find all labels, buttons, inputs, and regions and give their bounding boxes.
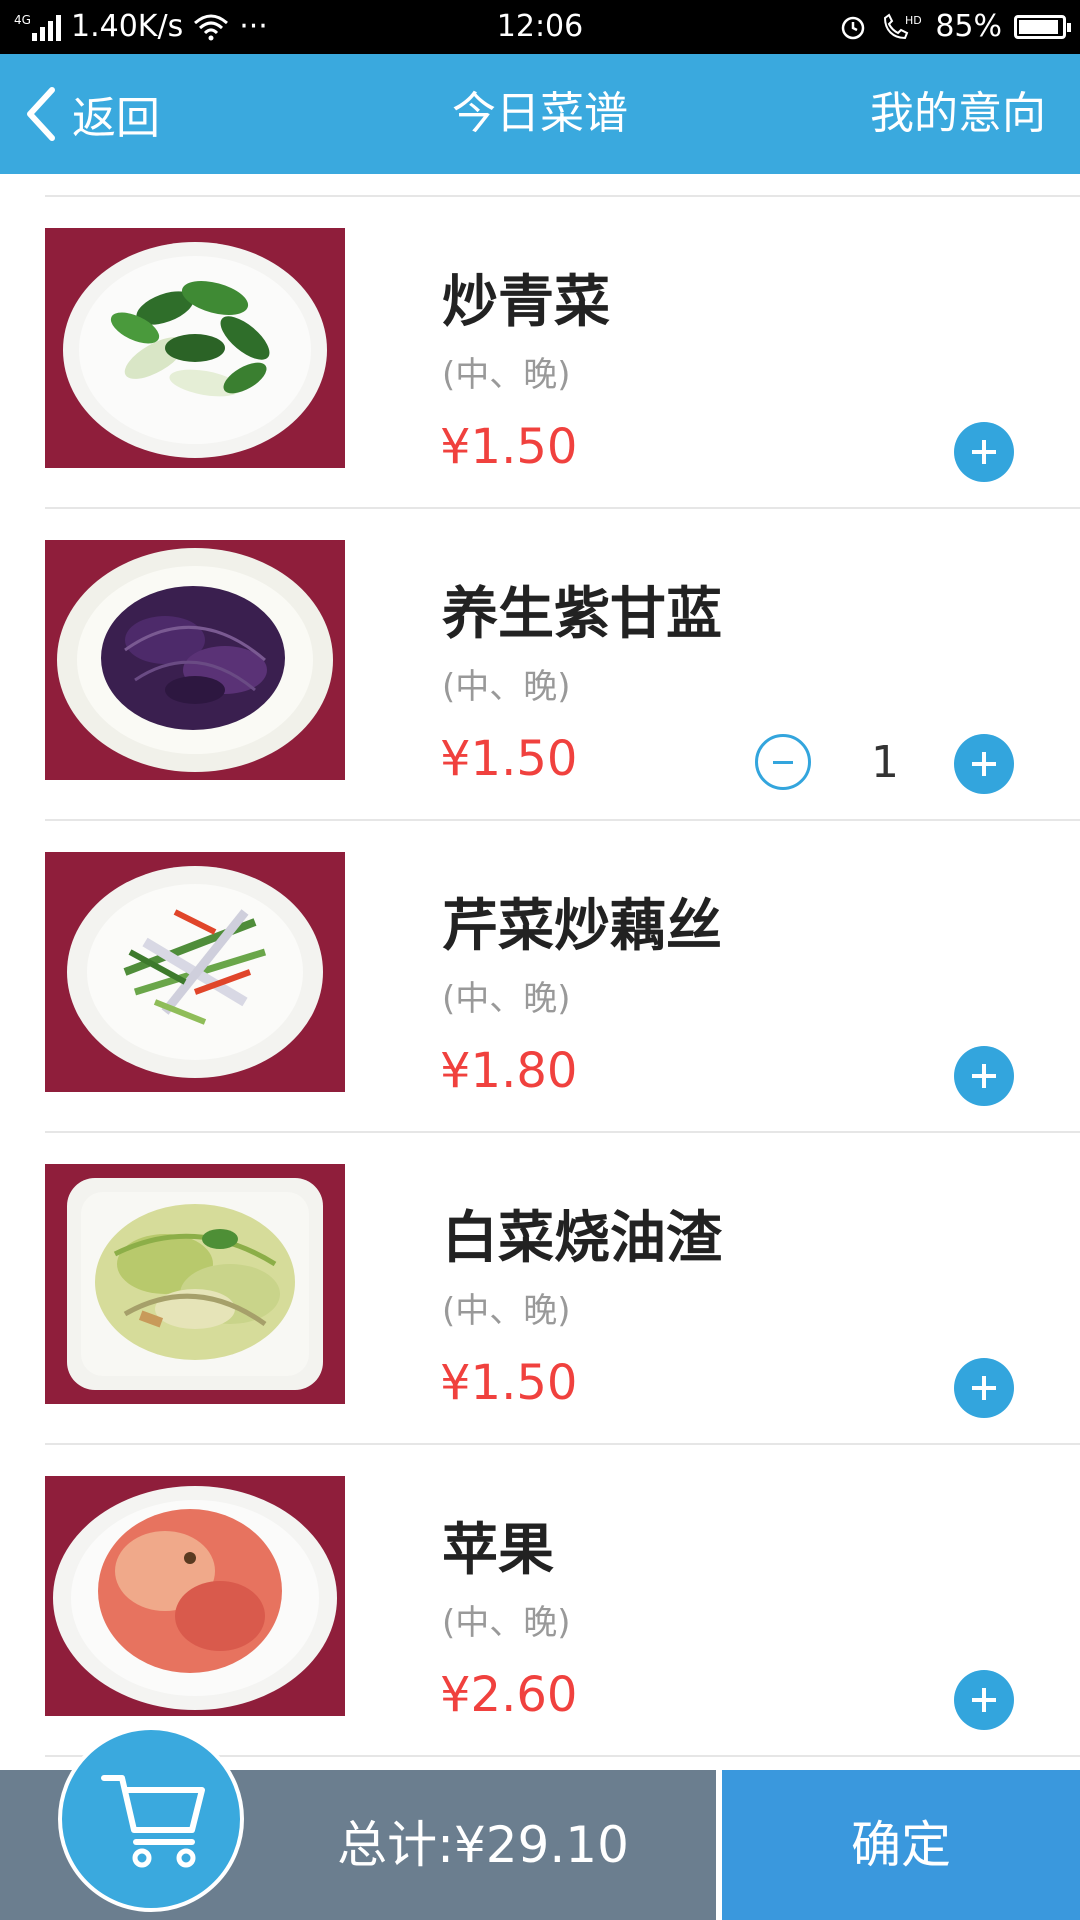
dish-name: 白菜烧油渣: [442, 1206, 722, 1271]
chevron-left-icon: [27, 87, 55, 141]
battery-percent: 85%: [935, 9, 1002, 44]
dish-image: [45, 540, 345, 780]
dish-name: 养生紫甘蓝: [442, 582, 722, 647]
add-button[interactable]: [954, 1670, 1014, 1730]
add-button[interactable]: [954, 422, 1014, 482]
dish-price: ¥1.50: [440, 1355, 578, 1411]
back-label: 返回: [72, 93, 160, 144]
menu-list[interactable]: 炒青菜 (中、晚) ¥1.50 养生紫甘蓝 (中、晚) ¥1.50 1 芹菜炒藕…: [0, 174, 1080, 1770]
remove-button[interactable]: [755, 734, 811, 790]
add-button[interactable]: [954, 1046, 1014, 1106]
dish-meal-time: (中、晚): [442, 667, 571, 707]
dish-name: 炒青菜: [442, 270, 610, 335]
add-button[interactable]: [954, 1358, 1014, 1418]
dish-image: [45, 1476, 345, 1716]
svg-text:HD: HD: [905, 14, 922, 27]
dish-image: [45, 852, 345, 1092]
shopping-cart-icon: [101, 1775, 205, 1868]
list-item[interactable]: 炒青菜 (中、晚) ¥1.50: [0, 197, 1080, 509]
dish-image: [45, 228, 345, 468]
hd-call-icon: HD: [884, 12, 922, 39]
quantity: 1: [871, 737, 899, 788]
add-button[interactable]: [954, 734, 1014, 794]
dish-name: 芹菜炒藕丝: [442, 894, 722, 959]
back-button[interactable]: 返回: [22, 54, 160, 174]
confirm-button[interactable]: 确定: [722, 1770, 1080, 1920]
total-price: 总计:¥29.10: [337, 1816, 629, 1874]
dish-name: 苹果: [442, 1518, 554, 1583]
dish-image: [45, 1164, 345, 1404]
battery-icon: [1014, 14, 1071, 39]
dish-meal-time: (中、晚): [442, 1603, 571, 1643]
list-item[interactable]: 苹果 (中、晚) ¥2.60: [0, 1445, 1080, 1757]
dish-meal-time: (中、晚): [442, 355, 571, 395]
dish-meal-time: (中、晚): [442, 979, 571, 1019]
status-bar: 4G 1.40K/s ··· 12:06 HD 85%: [0, 0, 1080, 54]
navigation-bar: 返回 今日菜谱 我的意向: [0, 54, 1080, 174]
list-item[interactable]: 养生紫甘蓝 (中、晚) ¥1.50 1: [0, 509, 1080, 821]
my-intentions-button[interactable]: 我的意向: [870, 54, 1046, 174]
dish-meal-time: (中、晚): [442, 1291, 571, 1331]
list-item[interactable]: 白菜烧油渣 (中、晚) ¥1.50: [0, 1133, 1080, 1445]
list-item[interactable]: 芹菜炒藕丝 (中、晚) ¥1.80: [0, 821, 1080, 1133]
cart-button[interactable]: [58, 1726, 244, 1912]
dish-price: ¥1.80: [440, 1043, 578, 1099]
alarm-icon: [842, 16, 865, 39]
dish-price: ¥1.50: [440, 419, 578, 475]
dish-price: ¥2.60: [440, 1667, 578, 1723]
dish-price: ¥1.50: [440, 731, 578, 787]
